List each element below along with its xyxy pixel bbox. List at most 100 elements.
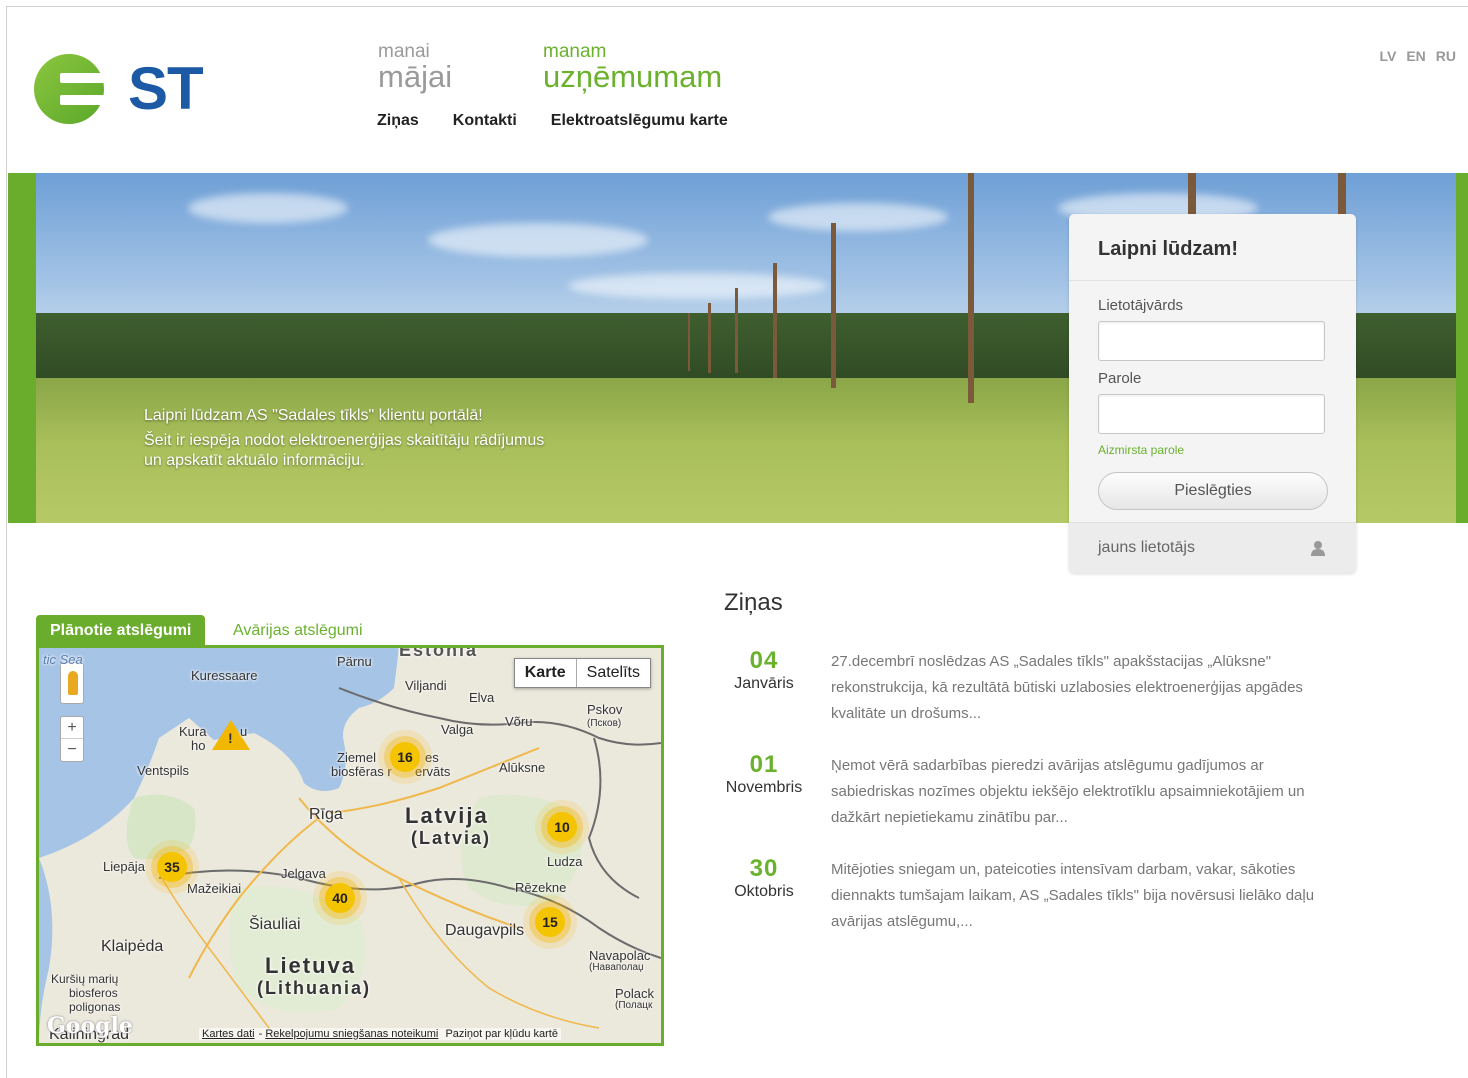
logo-mark bbox=[34, 54, 104, 124]
lang-en[interactable]: EN bbox=[1406, 48, 1425, 64]
news-text[interactable]: Ņemot vērā sadarbības pieredzi avārijas … bbox=[831, 753, 1341, 831]
google-logo: Google bbox=[47, 1013, 133, 1039]
map-type-control: Karte Satelīts bbox=[513, 658, 651, 688]
map-label-daugavpils: Daugavpils bbox=[445, 922, 525, 939]
map-label-estonia: Estonia bbox=[399, 645, 479, 660]
password-label: Parole bbox=[1098, 370, 1142, 387]
news-day: 04 bbox=[749, 647, 779, 674]
map-label-ziemel: Ziemel bbox=[337, 750, 377, 765]
nav-contacts[interactable]: Kontakti bbox=[453, 112, 517, 130]
username-input[interactable] bbox=[1098, 321, 1325, 361]
news-day: 01 bbox=[749, 751, 779, 778]
news-text[interactable]: 27.decembrī noslēdzas AS „Sadales tīkls"… bbox=[831, 649, 1341, 727]
banner-left-stripe bbox=[8, 173, 36, 523]
map-label-viljandi: Viljandi bbox=[405, 678, 447, 693]
map-label-polack: Polack bbox=[615, 986, 655, 1001]
segment-business[interactable]: manam uzņēmumam bbox=[543, 42, 722, 92]
map-label-kura-ho: ho bbox=[191, 738, 206, 753]
segment-home[interactable]: manai mājai bbox=[378, 42, 452, 92]
login-panel: Laipni lūdzam! Lietotājvārds Parole Aizm… bbox=[1069, 214, 1356, 573]
map-label-pskov-ru: (Псков) bbox=[587, 718, 622, 729]
map-type-satellite[interactable]: Satelīts bbox=[577, 659, 650, 687]
zoom-control: + − bbox=[60, 716, 84, 762]
map-label-ziemel-2: es bbox=[425, 750, 439, 765]
segment-home-large: mājai bbox=[378, 59, 453, 94]
map-label-parnu: Pärnu bbox=[337, 654, 372, 669]
banner-caption: Laipni lūdzam AS "Sadales tīkls" klientu… bbox=[144, 407, 564, 477]
map-label-polack-ru: (Полацк bbox=[615, 1000, 653, 1011]
map-label-kura-u: u bbox=[240, 724, 248, 739]
news-day: 30 bbox=[749, 855, 779, 882]
map-label-kuressaare: Kuressaare bbox=[191, 668, 258, 683]
username-label: Lietotājvārds bbox=[1098, 297, 1184, 314]
segment-business-large: uzņēmumam bbox=[543, 59, 723, 94]
user-icon bbox=[1311, 541, 1325, 556]
news-heading: Ziņas bbox=[724, 589, 783, 616]
map-label-kura: Kura bbox=[179, 724, 207, 739]
login-button[interactable]: Pieslēgties bbox=[1098, 472, 1328, 510]
map-label-biosferos: biosferos bbox=[69, 986, 118, 1000]
map-label-navapolac-ru: (Наваполаџ bbox=[589, 962, 644, 973]
lang-lv[interactable]: LV bbox=[1379, 48, 1396, 64]
top-nav: Ziņas Kontakti Elektroatslēgumu karte bbox=[377, 112, 728, 130]
map-label-riga: Rīga bbox=[309, 806, 343, 823]
forgot-password-link[interactable]: Aizmirsta parole bbox=[1098, 443, 1184, 457]
map-report-link[interactable]: Paziņot par kļūdu kartē bbox=[445, 1028, 558, 1040]
map-label-biosferas-2: ervāts bbox=[415, 764, 451, 779]
new-user-link[interactable]: jauns lietotājs bbox=[1069, 522, 1356, 573]
map-footer: Kartes dati - Rekelpojumu sniegšanas note… bbox=[199, 1028, 561, 1040]
zoom-out-button[interactable]: − bbox=[61, 739, 83, 760]
site-logo[interactable]: ST bbox=[34, 54, 204, 124]
tab-emergency-outages[interactable]: Avārijas atslēgumi bbox=[233, 622, 363, 640]
new-user-label: jauns lietotājs bbox=[1098, 539, 1195, 556]
map-type-map[interactable]: Karte bbox=[515, 659, 577, 687]
logo-text: ST bbox=[128, 55, 204, 122]
map-label-liepaja: Liepāja bbox=[103, 859, 145, 874]
news-month: Janvāris bbox=[734, 675, 794, 692]
map-label-voru: Võru bbox=[505, 714, 533, 729]
map-label-lietuva: Lietuva bbox=[265, 953, 357, 978]
map-label-valga: Valga bbox=[441, 722, 474, 737]
lang-ru[interactable]: RU bbox=[1436, 48, 1456, 64]
banner-caption-title: Laipni lūdzam AS "Sadales tīkls" klientu… bbox=[144, 407, 483, 424]
outage-cluster-north[interactable]: 16 bbox=[390, 742, 420, 772]
map-label-klaipeda: Klaipėda bbox=[101, 938, 164, 955]
map-label-navapolac: Navapolac bbox=[589, 948, 651, 963]
map-label-poligonas: poligonas bbox=[69, 1000, 121, 1014]
map-label-pskov: Pskov bbox=[587, 702, 623, 717]
news-text[interactable]: Mitējoties sniegam un, pateicoties inten… bbox=[831, 857, 1341, 935]
outage-cluster-liepaja[interactable]: 35 bbox=[157, 852, 187, 882]
password-input[interactable] bbox=[1098, 394, 1325, 434]
outage-cluster-east[interactable]: 10 bbox=[547, 812, 577, 842]
map-label-latvia: (Latvia) bbox=[411, 828, 492, 848]
map-label-ludza: Ludza bbox=[547, 854, 583, 869]
map-data-link[interactable]: Kartes dati bbox=[202, 1028, 255, 1040]
map-label-kursiu: Kuršių marių bbox=[51, 972, 119, 986]
map-label-elva: Elva bbox=[469, 690, 495, 705]
map-label-rezekne: Rēzekne bbox=[515, 880, 567, 895]
map-label-biosferas: biosfēras r bbox=[331, 764, 392, 779]
nav-news[interactable]: Ziņas bbox=[377, 112, 419, 130]
news-month: Novembris bbox=[725, 779, 803, 796]
outage-cluster-jelgava[interactable]: 40 bbox=[325, 883, 355, 913]
nav-outage-map[interactable]: Elektroatslēgumu karte bbox=[551, 112, 728, 130]
map-label-sea: tic Sea bbox=[43, 652, 83, 667]
map-label-siauliai: Šiauliai bbox=[249, 916, 301, 933]
outage-cluster-daugavpils[interactable]: 15 bbox=[535, 907, 565, 937]
map-label-ventspils: Ventspils bbox=[137, 763, 190, 778]
map-label-mazeikiai: Mažeikiai bbox=[187, 881, 242, 896]
outage-map[interactable]: + − Karte Satelīts ! tic Sea Pärnu Eston… bbox=[36, 645, 664, 1046]
banner-caption-text: Šeit ir iespēja nodot elektroenerģijas s… bbox=[144, 432, 545, 469]
map-terms-link[interactable]: Rekelpojumu sniegšanas noteikumi bbox=[265, 1028, 438, 1040]
tab-planned-outages[interactable]: Plānotie atslēgumi bbox=[36, 615, 205, 646]
street-view-pegman[interactable] bbox=[60, 662, 84, 704]
map-label-lithuania: (Lithuania) bbox=[257, 978, 371, 998]
map-label-jelgava: Jelgava bbox=[281, 866, 326, 881]
map-label-latvija: Latvija bbox=[405, 803, 489, 828]
zoom-in-button[interactable]: + bbox=[61, 717, 83, 739]
banner-right-stripe bbox=[1456, 173, 1468, 523]
language-switcher: LV EN RU bbox=[1379, 48, 1456, 64]
login-title: Laipni lūdzam! bbox=[1069, 214, 1356, 281]
map-label-aluksne: Alūksne bbox=[499, 760, 546, 775]
news-month: Oktobris bbox=[734, 883, 794, 900]
